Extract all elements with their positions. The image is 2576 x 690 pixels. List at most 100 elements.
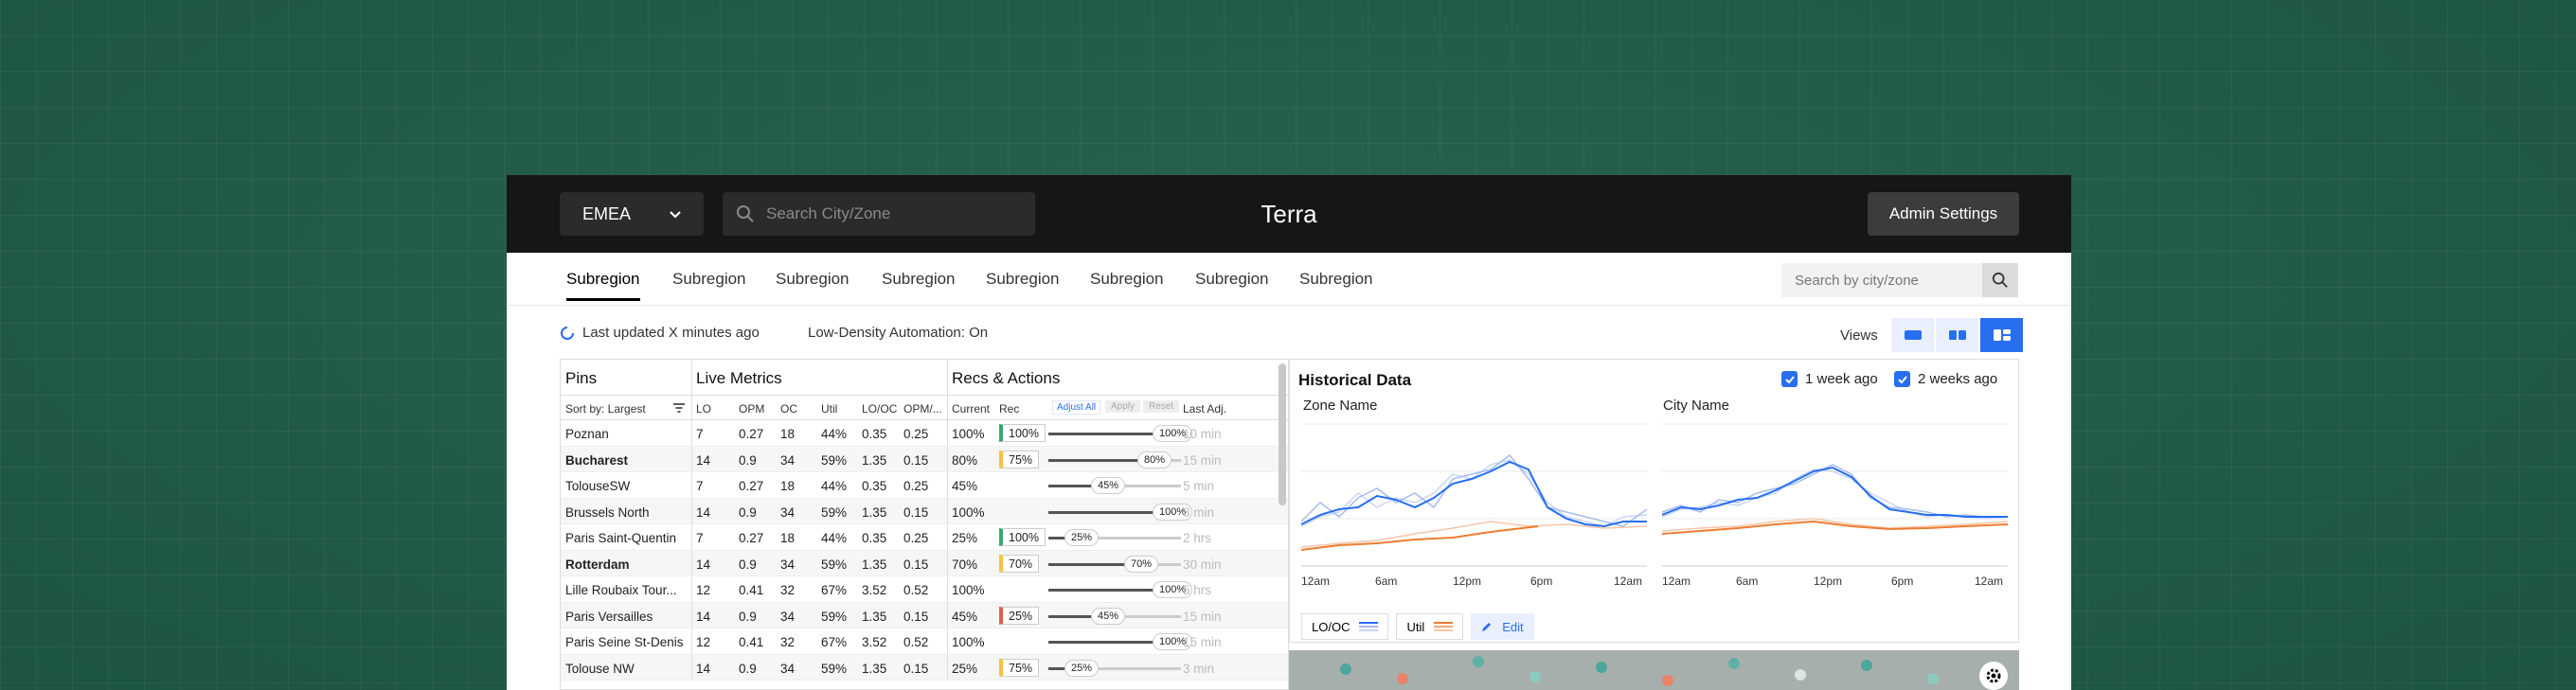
checkbox-2-weeks-ago[interactable]: 2 weeks ago <box>1894 371 1997 387</box>
cell-current: 25% <box>952 531 978 545</box>
table-row[interactable]: Bucharest 14 0.9 34 59% 1.35 0.15 80% 75% 80% 15 m… <box>561 446 1288 472</box>
checkbox-1-week-ago[interactable]: 1 week ago <box>1781 371 1878 387</box>
legend-looc[interactable]: LO/OC <box>1301 613 1389 640</box>
slider-knob[interactable]: 45% <box>1091 607 1126 625</box>
table-scrollbar[interactable] <box>1279 363 1286 505</box>
cell-lo: 7 <box>696 427 704 441</box>
slider-knob[interactable]: 25% <box>1064 659 1100 677</box>
tab-subregion-4[interactable]: Subregion <box>882 270 956 298</box>
slider-knob[interactable]: 70% <box>1124 555 1159 573</box>
tab-subregion-3[interactable]: Subregion <box>776 270 850 298</box>
city-x-tick-4: 6pm <box>1891 575 1913 588</box>
tab-subregion-1[interactable]: Subregion <box>566 270 640 301</box>
legend-util[interactable]: Util <box>1396 613 1464 640</box>
rec-badge[interactable]: 70% <box>999 554 1040 573</box>
filter-icon[interactable] <box>672 402 686 414</box>
col-last-adj[interactable]: Last Adj. <box>1183 402 1226 416</box>
sort-label[interactable]: Sort by: Largest <box>565 402 646 416</box>
heat-map-hexes <box>1289 650 2019 690</box>
slider-knob[interactable]: 25% <box>1064 529 1100 546</box>
rec-badge[interactable]: 75% <box>999 450 1040 469</box>
cell-util: 59% <box>821 609 848 624</box>
zone-heat-map[interactable] <box>1289 650 2019 690</box>
tab-search-input[interactable]: Search by city/zone <box>1781 263 2018 297</box>
col-looc[interactable]: LO/OC <box>862 402 897 416</box>
tab-subregion-8[interactable]: Subregion <box>1299 270 1373 298</box>
cell-opm: 0.27 <box>739 479 764 493</box>
app-title: Terra <box>1261 200 1317 228</box>
checkbox-checked-icon <box>1894 371 1910 387</box>
city-x-tick-5: 12am <box>1975 575 2003 588</box>
table-row[interactable]: Brussels North 14 0.9 34 59% 1.35 0.15 100% 100%… <box>561 498 1288 524</box>
search-icon <box>1992 272 2008 288</box>
map-settings-button[interactable] <box>1979 662 2008 690</box>
zone-x-tick-2: 6am <box>1375 575 1397 588</box>
table-row[interactable]: Tolouse NW 14 0.9 34 59% 1.35 0.15 25% 75% 25% 3 m… <box>561 654 1288 681</box>
cell-last-adjusted: 2 hrs <box>1183 531 1212 545</box>
table-row[interactable]: Lille Roubaix Tour... 12 0.41 32 67% 3.52 0.52… <box>561 576 1288 603</box>
cell-lo: 14 <box>696 557 711 572</box>
adjust-slider[interactable]: 25% <box>1048 529 1181 546</box>
table-row[interactable]: Paris Saint-Quentin 7 0.27 18 44% 0.35 0.25 25%… <box>561 524 1288 551</box>
table-row[interactable]: Paris Seine St-Denis 12 0.41 32 67% 3.52 0.52 1… <box>561 628 1288 655</box>
adjust-slider[interactable]: 45% <box>1048 607 1181 625</box>
adjust-slider[interactable]: 70% <box>1048 555 1181 573</box>
group-pins: Pins <box>565 369 598 387</box>
rec-badge[interactable]: 75% <box>999 658 1040 677</box>
cell-oc: 32 <box>780 583 796 597</box>
rec-badge[interactable]: 25% <box>999 606 1040 625</box>
col-current[interactable]: Current <box>952 402 990 416</box>
view-table-button[interactable] <box>1891 318 1934 352</box>
adjust-slider[interactable]: 25% <box>1048 659 1181 677</box>
table-row[interactable]: TolouseSW 7 0.27 18 44% 0.35 0.25 45% 45% 5 min <box>561 472 1288 499</box>
slider-knob[interactable]: 80% <box>1137 451 1172 469</box>
adjust-slider[interactable]: 45% <box>1048 477 1181 494</box>
cell-looc: 3.52 <box>862 635 887 649</box>
rec-badge[interactable]: 100% <box>999 528 1046 546</box>
edit-legend-button[interactable]: Edit <box>1471 613 1534 640</box>
last-updated-text: Last updated X minutes ago <box>582 325 760 341</box>
cell-last-adjusted: 15 min <box>1183 635 1222 649</box>
adjust-all-button[interactable]: Adjust All <box>1052 400 1101 415</box>
adjust-slider[interactable]: 100% <box>1048 633 1193 650</box>
admin-settings-button[interactable]: Admin Settings <box>1868 192 2019 236</box>
col-oc[interactable]: OC <box>780 402 797 416</box>
view-dashboard-button[interactable] <box>1980 318 2023 352</box>
cell-current: 80% <box>952 452 978 468</box>
tab-search-button[interactable] <box>1982 263 2018 297</box>
table-body: Poznan 7 0.27 18 44% 0.35 0.25 100% 100% 100% 10 m… <box>561 420 1288 681</box>
view-split-button[interactable] <box>1936 318 1978 352</box>
slider-knob[interactable]: 45% <box>1091 477 1126 494</box>
cell-looc: 1.35 <box>862 452 887 468</box>
cell-opm: 0.27 <box>739 427 764 441</box>
table-row[interactable]: Rotterdam 14 0.9 34 59% 1.35 0.15 70% 70% 70% 30 m… <box>561 550 1288 576</box>
cell-lo: 14 <box>696 504 711 520</box>
rec-badge[interactable]: 100% <box>999 424 1046 442</box>
adjust-slider[interactable]: 100% <box>1048 503 1193 521</box>
col-opm[interactable]: OPM <box>739 402 764 416</box>
col-lo[interactable]: LO <box>696 402 711 416</box>
adjust-slider[interactable]: 100% <box>1048 425 1193 442</box>
tab-subregion-5[interactable]: Subregion <box>986 270 1060 298</box>
tab-subregion-6[interactable]: Subregion <box>1090 270 1164 298</box>
tab-subregion-7[interactable]: Subregion <box>1195 270 1269 298</box>
cell-looc: 3.52 <box>862 583 887 597</box>
cell-util: 59% <box>821 661 848 676</box>
table-row[interactable]: Poznan 7 0.27 18 44% 0.35 0.25 100% 100% 100% 10 m… <box>561 420 1288 447</box>
adjust-slider[interactable]: 80% <box>1048 451 1181 469</box>
adjust-slider[interactable]: 100% <box>1048 581 1193 598</box>
city-x-tick-3: 12pm <box>1814 575 1842 588</box>
apply-button[interactable]: Apply <box>1105 400 1141 413</box>
col-opm-ratio[interactable]: OPM/... <box>903 402 942 416</box>
cell-lo: 12 <box>696 583 711 597</box>
table-row[interactable]: Paris Versailles 14 0.9 34 59% 1.35 0.15 45% 25%… <box>561 602 1288 628</box>
col-util[interactable]: Util <box>821 402 837 416</box>
tab-subregion-2[interactable]: Subregion <box>672 270 746 298</box>
col-rec[interactable]: Rec <box>999 402 1019 416</box>
cell-current: 70% <box>952 557 978 572</box>
cell-looc: 1.35 <box>862 609 887 624</box>
cell-util: 44% <box>821 531 848 545</box>
reset-button[interactable]: Reset <box>1143 400 1180 413</box>
cell-oc: 34 <box>780 557 796 572</box>
cell-name: Rotterdam <box>565 557 630 572</box>
